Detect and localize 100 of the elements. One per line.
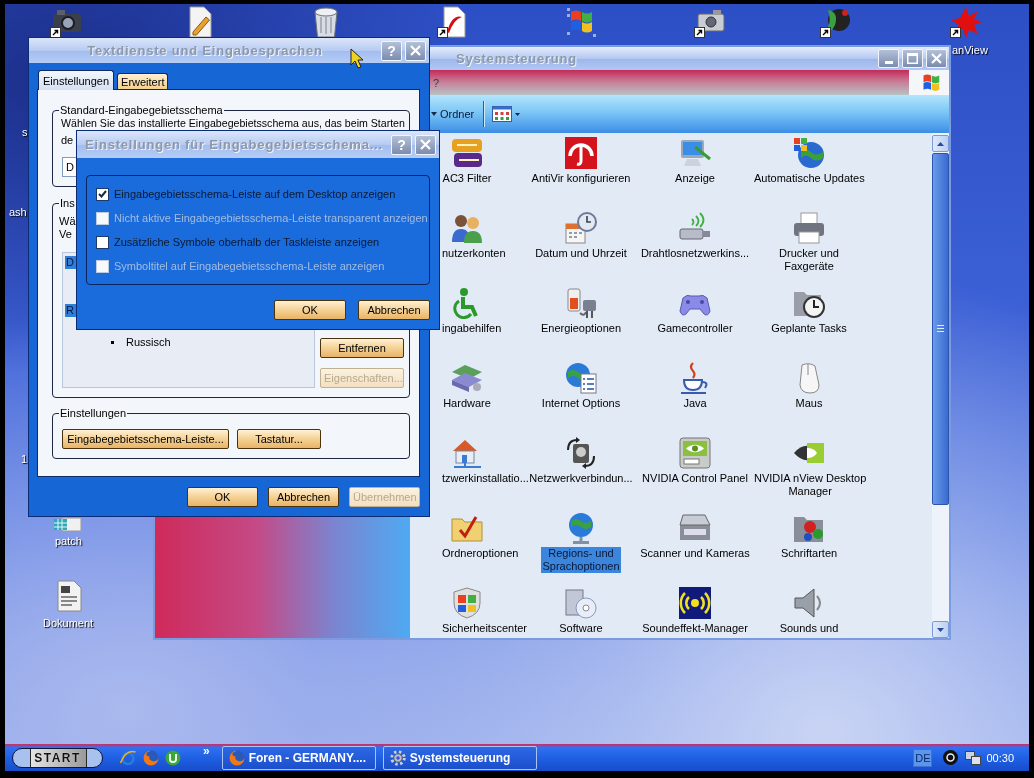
close-button[interactable] <box>926 49 947 68</box>
minimize-button[interactable] <box>878 49 899 68</box>
network-icon[interactable] <box>965 749 982 766</box>
action-button[interactable]: Eingabegebietsschema-Leiste... <box>62 429 229 449</box>
app-icon[interactable] <box>165 749 181 766</box>
applet-label[interactable]: Geplante Tasks <box>770 322 848 335</box>
applet-label[interactable]: Soundeffekt-Manager <box>641 622 749 635</box>
close-icon <box>410 45 421 56</box>
view-grid-icon <box>492 106 513 122</box>
battery-plug-icon[interactable] <box>565 287 597 319</box>
language-indicator[interactable]: DE <box>913 748 933 767</box>
applet-label[interactable]: Drahtlosnetzwerkins... <box>639 247 751 260</box>
logo-icon[interactable] <box>451 137 483 169</box>
checkbox-label[interactable]: Eingabegebietsschema-Leiste auf dem Desktop anzeigen <box>114 188 396 200</box>
applet-label[interactable]: tzwerkinstallatio... <box>441 472 530 485</box>
applet-label[interactable]: Energieoptionen <box>539 322 623 335</box>
applet-label[interactable]: Internet Options <box>540 397 622 410</box>
scrollbar-track[interactable] <box>932 133 949 638</box>
orbit-icon[interactable] <box>120 749 136 766</box>
applet-label[interactable]: Schriftarten <box>779 547 839 560</box>
checkbox-label[interactable]: Zusätzliche Symbole oberhalb der Taskleiste anzeigen <box>114 236 380 248</box>
show-more-button[interactable]: » <box>203 745 210 757</box>
caret-icon <box>431 112 437 116</box>
language-badge[interactable]: D <box>65 255 76 269</box>
globe-checklist-icon[interactable] <box>565 362 597 394</box>
flag-logo-icon <box>909 70 949 95</box>
disc-icon[interactable] <box>943 750 959 765</box>
icon-label[interactable]: s <box>22 126 28 139</box>
applet-label[interactable]: Ordneroptionen <box>441 547 520 560</box>
group-label: Standard-Eingabegebietsschema <box>59 103 224 117</box>
tab[interactable]: Einstellungen <box>38 70 115 90</box>
checkbox[interactable] <box>96 187 109 201</box>
list-item[interactable]: Russisch <box>126 336 171 348</box>
taskbar-button[interactable]: Foren - GERMANY.... <box>221 745 376 770</box>
printer-icon[interactable] <box>793 212 825 244</box>
applet-label[interactable]: Software <box>558 622 604 635</box>
dropdown-field[interactable]: D <box>62 157 76 177</box>
umbrella-icon[interactable] <box>565 137 597 169</box>
applet-label[interactable]: Gamecontroller <box>656 322 734 335</box>
monitor-icon[interactable] <box>679 137 711 169</box>
splat-icon[interactable] <box>950 6 982 38</box>
stacked-devices-icon[interactable] <box>451 362 483 394</box>
applet-label[interactable]: Regions- und Sprachoptionen <box>541 547 621 573</box>
applet-label[interactable]: ingabehilfen <box>441 322 503 335</box>
scroll-up-button[interactable] <box>932 135 949 152</box>
folders-button[interactable]: Ordner <box>440 107 475 121</box>
applet-label[interactable]: nutzerkonten <box>441 247 507 260</box>
applet-label[interactable]: Maus <box>794 397 824 410</box>
close-icon <box>931 53 942 64</box>
applet-label[interactable]: NVIDIA nView Desktop Manager <box>753 472 868 498</box>
maximize-button[interactable] <box>902 49 923 68</box>
maximize-icon <box>907 53 918 64</box>
applet-label[interactable]: Sicherheitscenter <box>441 622 528 635</box>
start-button[interactable]: START <box>12 747 103 768</box>
taskbar-button[interactable]: Systemsteuerung <box>382 745 537 770</box>
applet-label[interactable]: AC3 Filter <box>441 172 493 185</box>
window-title: Textdienste und Eingabesprachen <box>87 43 323 58</box>
applet-label[interactable]: Hardware <box>442 397 492 410</box>
app-icon[interactable] <box>820 6 852 38</box>
flag-logo-icon[interactable] <box>565 6 597 38</box>
description-text: Wählen Sie das installierte Eingabegebietsschema aus, das beim Starten <box>61 117 405 130</box>
dialog-button[interactable]: OK <box>187 487 258 507</box>
tab[interactable]: Erweitert <box>117 73 169 89</box>
checkbox[interactable] <box>96 235 109 249</box>
device-arrows-icon[interactable] <box>565 437 597 469</box>
dialog-button[interactable]: Abbrechen <box>268 487 339 507</box>
calendar-clock-icon[interactable] <box>565 212 597 244</box>
applet-label[interactable]: Sounds und <box>778 622 840 635</box>
action-button[interactable]: Tastatur... <box>237 429 321 449</box>
globe-icon <box>228 749 245 766</box>
close-button[interactable] <box>405 40 426 61</box>
scroll-down-button[interactable] <box>932 621 949 638</box>
applet-label[interactable]: Java <box>682 397 708 410</box>
users-icon[interactable] <box>451 212 483 244</box>
broadcast-icon[interactable] <box>679 587 711 619</box>
house-network-icon[interactable] <box>451 437 483 469</box>
applet-label[interactable]: Netzwerkverbindun... <box>528 472 634 485</box>
window-title: Systemsteuerung <box>455 51 578 66</box>
applet-label[interactable]: Drucker und Faxgeräte <box>778 247 840 273</box>
menu-item[interactable]: ? <box>433 75 440 90</box>
window-title: Einstellungen für Eingabegebietsschema... <box>85 137 383 152</box>
language-badge[interactable]: R <box>65 303 76 317</box>
dialog-button[interactable]: OK <box>274 300 346 320</box>
document-icon[interactable] <box>54 580 84 612</box>
applet-label[interactable]: Scanner und Kameras <box>639 547 751 560</box>
icon-label[interactable]: ash <box>9 206 27 219</box>
applet-label[interactable]: Datum und Uhrzeit <box>534 247 628 260</box>
close-button[interactable] <box>415 134 436 155</box>
document-icon[interactable] <box>437 6 469 38</box>
minimize-icon <box>884 61 893 64</box>
action-button[interactable]: Entfernen <box>320 338 404 358</box>
shield-icon[interactable] <box>451 587 483 619</box>
globe-flag-icon[interactable] <box>793 137 825 169</box>
applet-label[interactable]: Anzeige <box>674 172 716 185</box>
scroll-thumb[interactable] <box>932 153 949 505</box>
applet-label[interactable]: Automatische Updates <box>753 172 866 185</box>
applet-label[interactable]: AntiVir konfigurieren <box>530 172 632 185</box>
icon-label[interactable]: anView <box>952 44 988 57</box>
applet-label[interactable]: NVIDIA Control Panel <box>641 472 749 485</box>
dialog-button[interactable]: Abbrechen <box>358 300 430 320</box>
